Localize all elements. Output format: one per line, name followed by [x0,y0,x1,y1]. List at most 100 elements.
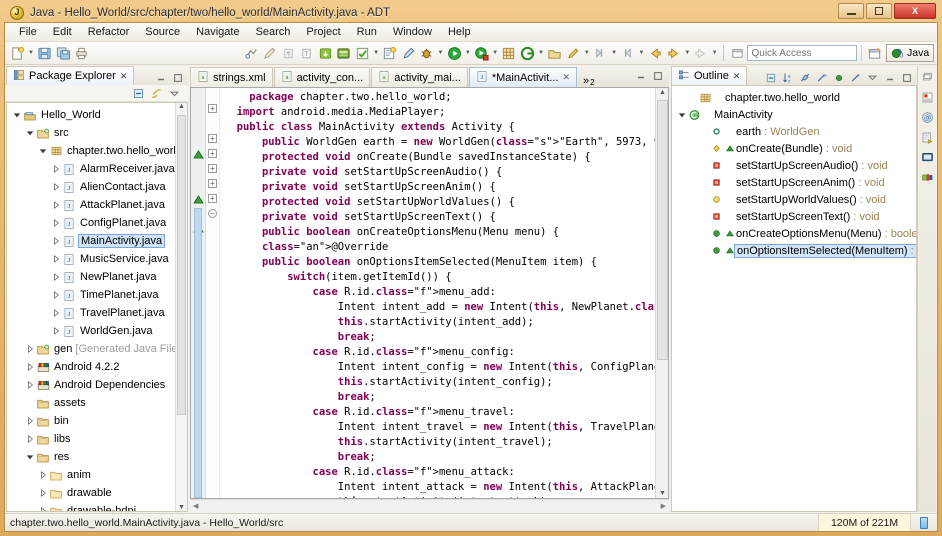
tree-item[interactable]: J ConfigPlanet.java [7,214,187,232]
scroll-thumb[interactable] [657,100,668,360]
menu-source[interactable]: Source [137,25,188,39]
editor-tab[interactable]: a activity_mai... [371,67,468,87]
expand-arrow-icon-closed[interactable] [50,272,61,283]
editor-horizontal-scrollbar[interactable]: ◀ ▶ [190,499,669,512]
close-button[interactable]: X [894,3,936,19]
sort-icon[interactable]: az [780,70,795,85]
fold-expand-icon[interactable]: + [208,149,217,158]
fold-expand-icon[interactable]: + [208,194,217,203]
expand-arrow-icon-closed[interactable] [24,416,35,427]
lint-warnings-icon[interactable] [381,44,400,63]
scroll-down-arrow-icon[interactable]: ▼ [177,504,186,511]
fold-expand-icon[interactable]: + [208,164,217,173]
minimize-icon[interactable] [882,70,897,85]
tab-package-explorer[interactable]: Package Explorer ✕ [6,66,135,85]
tree-item[interactable]: J TravelPlanet.java [7,304,187,322]
heap-status[interactable]: 120M of 221M [819,514,911,531]
expand-arrow-icon-closed[interactable] [50,164,61,175]
expand-arrow-icon-closed[interactable] [24,362,35,373]
open-perspective-icon[interactable] [865,44,883,62]
outline-item[interactable]: onCreate(Bundle) : void [672,140,916,157]
outline-item[interactable]: MainActivity [672,106,916,123]
scroll-left-arrow-icon[interactable]: ◀ [193,502,198,510]
menu-project[interactable]: Project [298,25,348,39]
back-icon[interactable] [646,44,665,63]
scroll-thumb[interactable] [177,115,186,415]
fold-collapse-icon[interactable]: – [208,209,217,218]
tree-item[interactable]: Android Dependencies [7,376,187,394]
tree-item[interactable]: Hello_World [7,106,187,124]
code-text-area[interactable]: package chapter.two.hello_world; import … [220,88,655,498]
menu-refactor[interactable]: Refactor [80,25,138,39]
collapse-all-icon[interactable] [131,86,146,101]
annotations-icon[interactable] [261,44,280,63]
outline-item[interactable]: setStartUpScreenAudio() : void [672,157,916,174]
maximize-icon[interactable] [652,70,664,85]
tree-item[interactable]: Android 4.2.2 [7,358,187,376]
new-xml-file-icon[interactable] [353,44,372,63]
expand-arrow-icon-closed[interactable] [24,380,35,391]
expand-arrow-icon-closed[interactable] [37,470,48,481]
hide-fields-icon[interactable] [797,70,812,85]
expand-arrow-icon-closed[interactable] [50,308,61,319]
menu-window[interactable]: Window [385,25,440,39]
previous-annotation-dropdown-icon[interactable]: ▼ [637,44,646,62]
expand-arrow-icon-closed[interactable] [50,182,61,193]
android-avd-manager-icon[interactable] [335,44,354,63]
editor-vertical-scrollbar[interactable]: ▲ ▼ [655,88,668,498]
editor-tab-overflow[interactable]: » 2 [578,67,600,87]
coverage-icon[interactable] [472,44,491,63]
search-icon[interactable] [564,44,583,63]
toggle-breadcrumb-icon[interactable] [242,44,261,63]
expand-arrow-icon-closed[interactable] [50,254,61,265]
outline-item[interactable]: onOptionsItemSelected(MenuItem) : boolea… [672,242,916,259]
hide-static-icon[interactable]: s [814,70,829,85]
next-annotation-icon[interactable] [591,44,610,63]
minimize-icon[interactable] [635,70,647,85]
package-explorer-scrollbar[interactable]: ▲ ▼ [175,103,187,511]
tree-item[interactable]: res [7,448,187,466]
menu-edit[interactable]: Edit [45,25,80,39]
expand-arrow-icon-closed[interactable] [24,344,35,355]
new-wizard-dropdown-icon[interactable]: ▼ [27,44,36,62]
new-wizard-icon[interactable] [8,44,27,63]
close-icon[interactable]: ✕ [562,72,570,83]
expand-arrow-icon-closed[interactable] [37,488,48,499]
link-with-editor-icon[interactable] [149,86,164,101]
run-dropdown-icon[interactable]: ▼ [463,44,472,62]
menu-search[interactable]: Search [248,25,299,39]
debug-dropdown-icon[interactable]: ▼ [436,44,445,62]
expand-arrow-icon-closed[interactable] [50,200,61,211]
tree-item[interactable]: J MainActivity.java [7,232,187,250]
declaration-icon[interactable] [919,129,936,145]
scroll-down-arrow-icon[interactable]: ▼ [658,490,667,497]
view-menu-icon[interactable] [865,70,880,85]
new-java-package-icon[interactable] [500,44,519,63]
minimize-button[interactable] [838,3,864,19]
project-tree[interactable]: Hello_World src chapter.two.hello_world J Al… [7,103,187,511]
fold-expand-icon[interactable]: + [208,134,217,143]
expand-arrow-icon-open[interactable] [37,146,48,157]
garbage-collect-button[interactable] [911,514,937,531]
source-code[interactable]: package chapter.two.hello_world; import … [220,88,655,498]
tree-item[interactable]: bin [7,412,187,430]
tree-item[interactable]: assets [7,394,187,412]
minimize-icon[interactable] [153,70,168,85]
tree-item[interactable]: J NewPlanet.java [7,268,187,286]
forward-dropdown-icon[interactable]: ▼ [683,44,692,62]
close-icon[interactable]: ✕ [120,71,128,82]
previous-annotation-icon[interactable] [619,44,638,63]
menu-file[interactable]: File [11,25,45,39]
outline-item[interactable]: setStartUpScreenAnim() : void [672,174,916,191]
expand-arrow-icon-closed[interactable] [50,326,61,337]
collapse-all-icon[interactable] [763,70,778,85]
tree-item[interactable]: J WorldGen.java [7,322,187,340]
save-icon[interactable] [35,44,54,63]
expand-arrow-icon-closed[interactable] [50,236,61,247]
scroll-right-arrow-icon[interactable]: ▶ [661,502,666,510]
tree-item[interactable]: J AlarmReceiver.java [7,160,187,178]
console-icon[interactable] [919,149,936,165]
run-icon[interactable] [445,44,464,63]
expand-arrow-icon-closed[interactable] [50,218,61,229]
external-tools-icon[interactable] [399,44,418,63]
